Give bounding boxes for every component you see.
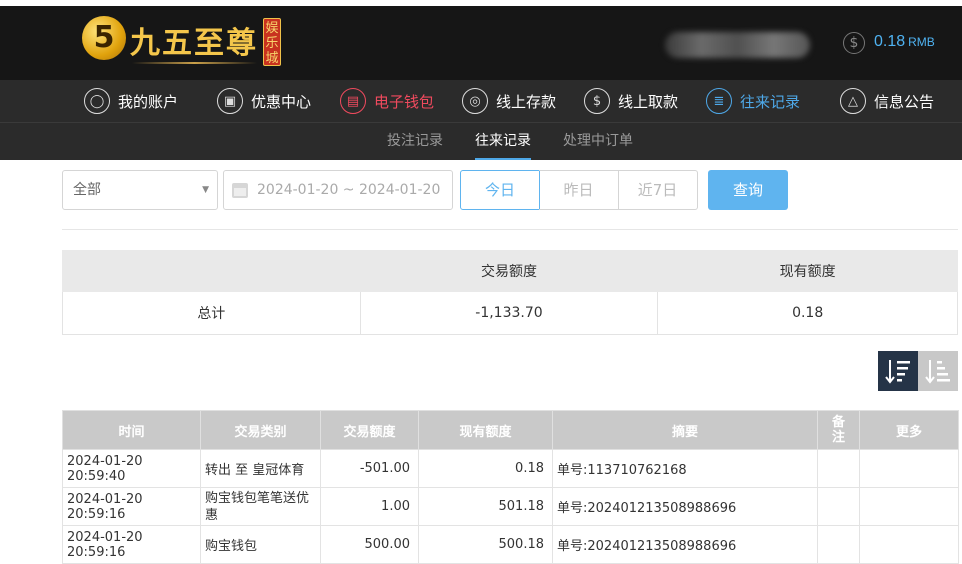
record-icon: ≣ <box>706 88 732 114</box>
deposit-icon: ◎ <box>462 88 488 114</box>
cell-type: 转出 至 皇冠体育 <box>200 449 321 488</box>
nav-label: 电子钱包 <box>374 92 435 111</box>
summary-total-row: 总计 -1,133.70 0.18 <box>62 291 958 335</box>
type-select-value: 全部 <box>73 182 101 198</box>
balance-currency: RMB <box>908 35 935 49</box>
col-more[interactable]: 更多 <box>859 410 959 450</box>
summary-total-balance: 0.18 <box>657 291 958 335</box>
withdraw-icon: $ <box>584 88 610 114</box>
table-row: 2024-01-20 20:59:40 转出 至 皇冠体育 -501.00 0.… <box>62 449 959 488</box>
bell-icon: △ <box>840 88 866 114</box>
type-select[interactable]: 全部 ▼ <box>62 170 218 210</box>
cell-more[interactable] <box>859 525 959 564</box>
account-balance: 0.18 RMB <box>874 33 935 51</box>
cell-balance: 0.18 <box>418 449 553 488</box>
quick-today-button[interactable]: 今日 <box>460 170 540 210</box>
col-balance[interactable]: 现有额度 <box>418 410 553 450</box>
cell-more[interactable] <box>859 449 959 488</box>
quick-7days-button[interactable]: 近7日 <box>618 170 698 210</box>
coin-icon: $ <box>843 32 865 54</box>
cell-time: 2024-01-20 20:59:40 <box>62 449 201 488</box>
col-type[interactable]: 交易类别 <box>200 410 321 450</box>
wallet-icon: ▤ <box>340 88 366 114</box>
site-logo[interactable]: 5 九五至尊 娱乐城 <box>80 14 285 70</box>
table-row: 2024-01-20 20:59:16 购宝钱包笔笔送优惠 1.00 501.1… <box>62 487 959 526</box>
sort-descending-button[interactable] <box>878 351 918 391</box>
nav-label: 往来记录 <box>740 92 801 111</box>
cell-type: 购宝钱包笔笔送优惠 <box>200 487 321 526</box>
cell-balance: 501.18 <box>418 487 553 526</box>
cell-amount: 500.00 <box>320 525 419 564</box>
records-table: 时间 交易类别 交易额度 现有额度 摘要 备注 更多 2024-01-20 20… <box>62 410 959 564</box>
nav-label: 线上取款 <box>618 92 679 111</box>
tab-bet-records[interactable]: 投注记录 <box>387 123 443 160</box>
logo-underline <box>132 62 257 64</box>
cell-note <box>817 449 860 488</box>
summary-table: 交易额度 现有额度 总计 -1,133.70 0.18 <box>62 250 958 335</box>
tab-pending-orders[interactable]: 处理中订单 <box>563 123 633 160</box>
nav-label: 我的账户 <box>118 92 179 111</box>
nav-e-wallet[interactable]: ▤ 电子钱包 <box>340 80 434 122</box>
query-button[interactable]: 查询 <box>708 170 788 210</box>
cell-time: 2024-01-20 20:59:16 <box>62 525 201 564</box>
quick-yesterday-button[interactable]: 昨日 <box>539 170 619 210</box>
date-range-input[interactable]: 2024-01-20 ~ 2024-01-20 <box>223 170 453 210</box>
user-icon: ◯ <box>84 88 110 114</box>
sort-ascending-icon <box>925 360 950 384</box>
sort-toggle <box>878 351 958 391</box>
col-summary[interactable]: 摘要 <box>552 410 818 450</box>
nav-online-deposit[interactable]: ◎ 线上存款 <box>462 80 556 122</box>
logo-name: 九五至尊 <box>130 26 258 61</box>
cell-more[interactable] <box>859 487 959 526</box>
date-range-value: 2024-01-20 ~ 2024-01-20 <box>257 182 441 198</box>
col-note[interactable]: 备注 <box>817 410 860 450</box>
balance-value: 0.18 <box>874 33 906 50</box>
table-row: 2024-01-20 20:59:16 购宝钱包 500.00 500.18 单… <box>62 525 959 564</box>
sub-nav: 投注记录 往来记录 处理中订单 <box>0 122 962 160</box>
filter-bar: 全部 ▼ 2024-01-20 ~ 2024-01-20 今日 昨日 近7日 查询 <box>62 170 792 210</box>
nav-online-withdraw[interactable]: $ 线上取款 <box>584 80 678 122</box>
summary-total-label: 总计 <box>62 291 361 335</box>
calendar-icon <box>232 183 248 198</box>
summary-header-cell: 交易额度 <box>359 250 659 292</box>
nav-label: 优惠中心 <box>251 92 312 111</box>
main-nav: ◯ 我的账户 ▣ 优惠中心 ▤ 电子钱包 ◎ 线上存款 $ 线上取款 ≣ 往来记录 △ 信息公… <box>0 80 962 122</box>
nav-announcements[interactable]: △ 信息公告 <box>840 80 934 122</box>
cell-type: 购宝钱包 <box>200 525 321 564</box>
cell-amount: 1.00 <box>320 487 419 526</box>
records-header-row: 时间 交易类别 交易额度 现有额度 摘要 备注 更多 <box>62 410 959 450</box>
summary-total-amount: -1,133.70 <box>359 291 659 335</box>
logo-emblem: 5 <box>82 16 126 60</box>
cell-summary: 单号:202401213508988696 <box>552 525 818 564</box>
summary-header-cell: 现有额度 <box>657 250 958 292</box>
logo-badge: 娱乐城 <box>263 18 281 66</box>
top-strip <box>0 0 962 6</box>
nav-label: 信息公告 <box>874 92 935 111</box>
col-time[interactable]: 时间 <box>62 410 201 450</box>
top-header: 5 九五至尊 娱乐城 $ 0.18 RMB <box>0 0 962 80</box>
dropdown-arrow-icon: ▼ <box>202 185 209 195</box>
tab-transaction-records[interactable]: 往来记录 <box>475 123 531 160</box>
cell-time: 2024-01-20 20:59:16 <box>62 487 201 526</box>
cell-note <box>817 487 860 526</box>
summary-header-row: 交易额度 现有额度 <box>62 250 958 292</box>
gift-icon: ▣ <box>217 88 243 114</box>
divider <box>62 229 958 230</box>
cell-balance: 500.18 <box>418 525 553 564</box>
cell-summary: 单号:202401213508988696 <box>552 487 818 526</box>
nav-my-account[interactable]: ◯ 我的账户 <box>84 80 178 122</box>
sort-descending-icon <box>885 360 910 384</box>
nav-promotions[interactable]: ▣ 优惠中心 <box>217 80 311 122</box>
col-amount[interactable]: 交易额度 <box>320 410 419 450</box>
cell-note <box>817 525 860 564</box>
logo-mark: 5 <box>93 20 115 55</box>
cell-amount: -501.00 <box>320 449 419 488</box>
cell-summary: 单号:113710762168 <box>552 449 818 488</box>
sort-ascending-button[interactable] <box>918 351 958 391</box>
nav-label: 线上存款 <box>496 92 557 111</box>
nav-transaction-records[interactable]: ≣ 往来记录 <box>706 80 800 122</box>
summary-header-cell <box>62 250 361 292</box>
blurred-username <box>665 32 810 58</box>
